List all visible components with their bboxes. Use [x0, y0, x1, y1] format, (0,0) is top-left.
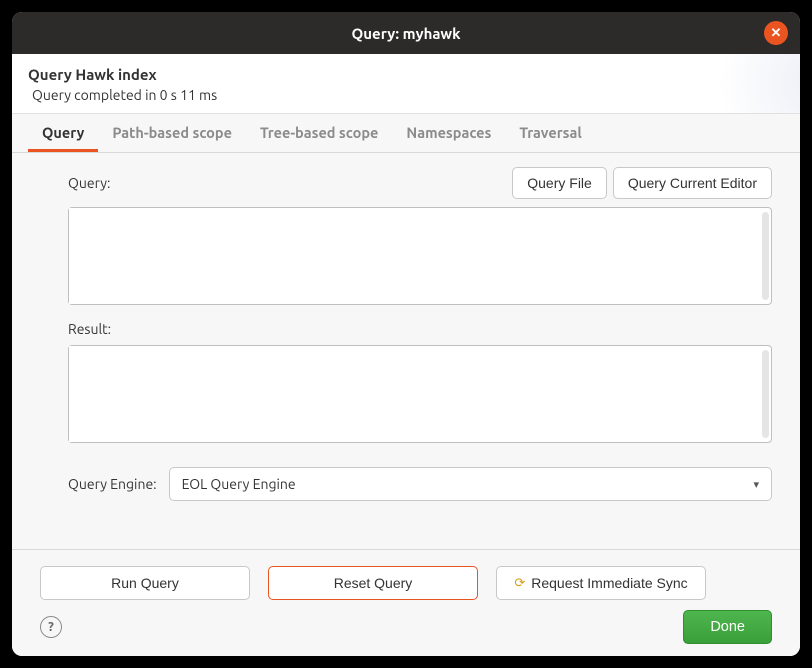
- query-tab-content: Query: Query File Query Current Editor R…: [12, 153, 800, 549]
- tab-namespaces[interactable]: Namespaces: [392, 114, 505, 152]
- engine-select[interactable]: EOL Query Engine ▾: [169, 467, 772, 501]
- done-button[interactable]: Done: [683, 610, 772, 644]
- help-icon: ?: [48, 620, 54, 634]
- close-button[interactable]: ✕: [764, 21, 788, 45]
- result-label: Result:: [68, 321, 772, 337]
- reset-query-button[interactable]: Reset Query: [268, 566, 478, 600]
- sync-icon: ⟳: [514, 575, 525, 591]
- query-textarea-wrap: [68, 207, 772, 305]
- scrollbar[interactable]: [762, 350, 769, 438]
- query-current-editor-button[interactable]: Query Current Editor: [613, 167, 772, 199]
- titlebar: Query: myhawk ✕: [12, 12, 800, 54]
- tab-tree-scope[interactable]: Tree-based scope: [246, 114, 392, 152]
- tab-query[interactable]: Query: [28, 114, 98, 152]
- dialog-header: Query Hawk index Query completed in 0 s …: [12, 54, 800, 114]
- dialog-window: Query: myhawk ✕ Query Hawk index Query c…: [12, 12, 800, 656]
- engine-row: Query Engine: EOL Query Engine ▾: [68, 467, 772, 501]
- dialog-footer: Run Query Reset Query ⟳ Request Immediat…: [12, 549, 800, 656]
- result-textarea-wrap: [68, 345, 772, 443]
- request-sync-button[interactable]: ⟳ Request Immediate Sync: [496, 566, 706, 600]
- engine-selected-value: EOL Query Engine: [182, 476, 296, 492]
- query-file-button[interactable]: Query File: [512, 167, 607, 199]
- help-button[interactable]: ?: [40, 616, 62, 638]
- action-button-row: Run Query Reset Query ⟳ Request Immediat…: [40, 566, 772, 600]
- query-label: Query:: [68, 175, 110, 191]
- query-row-header: Query: Query File Query Current Editor: [40, 167, 772, 199]
- page-title: Query Hawk index: [28, 66, 784, 83]
- run-query-button[interactable]: Run Query: [40, 566, 250, 600]
- result-textarea[interactable]: [69, 346, 761, 442]
- engine-label: Query Engine:: [68, 476, 157, 492]
- tab-traversal[interactable]: Traversal: [505, 114, 595, 152]
- tab-bar: Query Path-based scope Tree-based scope …: [12, 114, 800, 153]
- footer-bottom: ? Done: [40, 610, 772, 644]
- query-textarea[interactable]: [69, 208, 761, 304]
- scrollbar[interactable]: [762, 212, 769, 300]
- window-title: Query: myhawk: [351, 25, 460, 42]
- status-text: Query completed in 0 s 11 ms: [28, 87, 784, 103]
- tab-path-scope[interactable]: Path-based scope: [98, 114, 246, 152]
- close-icon: ✕: [771, 27, 782, 40]
- chevron-down-icon: ▾: [753, 478, 759, 491]
